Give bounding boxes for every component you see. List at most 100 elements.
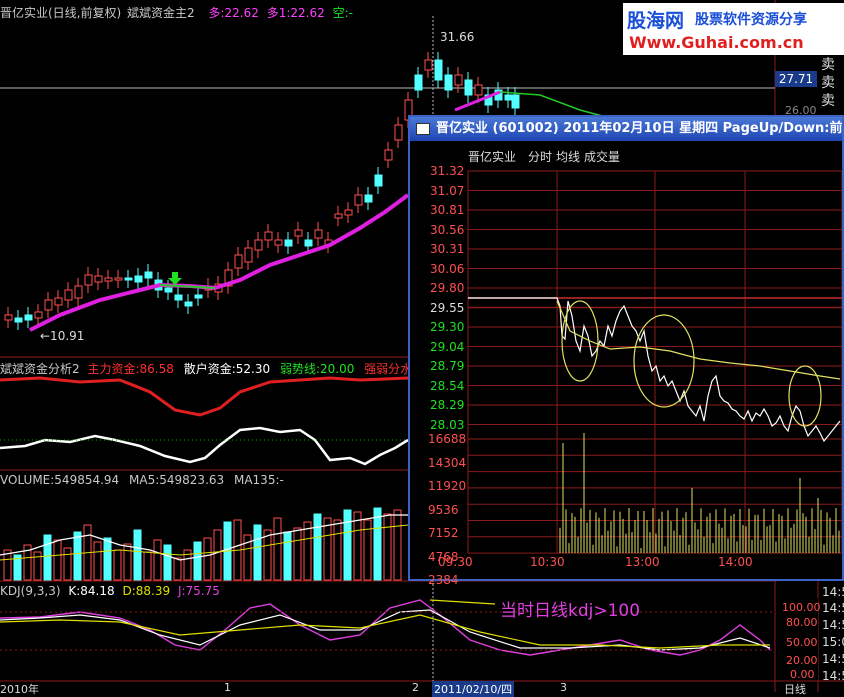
duo-value: 多:22.62 — [208, 6, 259, 20]
candle-body — [124, 277, 133, 281]
candle-body — [284, 239, 293, 247]
candle-body — [354, 194, 363, 206]
volume-bar — [193, 541, 202, 581]
volume-bar — [113, 549, 122, 581]
main-fund-line — [0, 376, 409, 417]
candle-body — [244, 247, 253, 263]
candle-body — [274, 239, 283, 246]
volume-bar — [43, 534, 52, 581]
main-fund-value: 主力资金:86.58 — [87, 362, 174, 376]
weak-line-value: 弱势线:20.00 — [279, 362, 355, 376]
retail-fund-value: 散户资金:52.30 — [183, 362, 271, 376]
volume-bar — [383, 513, 392, 581]
intraday-popup[interactable]: 晋亿实业 (601002) 2011年02月10日 星期四 PageUp/Dow… — [408, 115, 844, 587]
sell-label-2: 卖 — [821, 75, 835, 91]
candle-body — [164, 287, 173, 293]
popup-volume-tick: 11920 — [428, 479, 467, 493]
volume-bars — [3, 507, 402, 581]
candle-body — [304, 239, 313, 247]
kong-value: 空:- — [332, 6, 353, 20]
candle-body — [54, 297, 63, 306]
month-mark-1: 1 — [224, 681, 231, 694]
indicator-name: 斌斌资金主2 — [127, 6, 195, 20]
retail-fund-line — [0, 426, 409, 466]
guhai-logo[interactable]: 股海网 股票软件资源分享 Www.Guhai.com.cn — [623, 3, 844, 55]
main-header: 晋亿实业(日线,前复权) 斌斌资金主2 多:22.62 多1:22.62 空:- — [0, 4, 353, 21]
candle-body — [84, 274, 93, 286]
candle-body — [74, 285, 83, 299]
candle-body — [294, 229, 303, 237]
month-mark-3: 3 — [560, 681, 567, 694]
candle-body — [444, 74, 453, 91]
popup-chart — [467, 170, 842, 554]
volume-bar — [73, 531, 82, 581]
popup-time-tick: 14:00 — [718, 555, 753, 569]
popup-time-tick: 13:00 — [625, 555, 660, 569]
volume-bar — [103, 537, 112, 581]
volume-bar — [143, 551, 152, 581]
candle-body — [44, 299, 53, 311]
kdj-j-value: J:75.75 — [177, 584, 220, 598]
kdj-axis-100: 100.00 — [782, 601, 821, 614]
intraday-avg-line — [556, 300, 841, 380]
volume-bar — [273, 517, 282, 581]
candle-body — [144, 271, 153, 279]
popup-volume-tick: 16688 — [428, 432, 467, 446]
volume-bar — [353, 511, 362, 581]
popup-price-tick: 29.04 — [430, 339, 465, 354]
volume-bar — [253, 524, 262, 581]
candle-body — [94, 275, 103, 283]
kdj-axis-80: 80.00 — [786, 616, 818, 629]
volume-bar — [283, 531, 292, 581]
candle-body — [4, 314, 13, 321]
candle-body — [464, 79, 473, 96]
candle-body — [64, 289, 73, 301]
volume-bar — [293, 527, 302, 581]
candle-body — [184, 301, 193, 307]
kdj-d-value: D:88.39 — [122, 584, 171, 598]
period-label[interactable]: 日线 — [784, 681, 806, 697]
bottom-year: 2010年 — [0, 683, 39, 696]
volume-bar — [303, 521, 312, 581]
highlight-circle-2 — [633, 314, 695, 408]
popup-price-tick: 28.79 — [430, 359, 465, 373]
ma5-value: MA5:549823.63 — [129, 473, 225, 487]
candle-body — [114, 277, 123, 281]
kdj-annotation: 当时日线kdj>100 — [500, 601, 641, 621]
candle-body — [394, 124, 403, 141]
candle-body — [194, 294, 203, 299]
kdj-axis-20: 20.00 — [786, 654, 818, 667]
volume-bar — [333, 519, 342, 581]
candle-body — [14, 317, 23, 323]
candle-body — [174, 294, 183, 301]
candle-body — [254, 239, 263, 251]
time-fragment-5: 14:5 — [822, 652, 844, 666]
popup-price-tick: 29.30 — [430, 320, 465, 334]
month-mark-2: 2 — [412, 681, 419, 694]
sell-label-1: 卖 — [821, 57, 835, 73]
popup-volume-tick: 7152 — [428, 526, 459, 540]
fund-title: 斌斌资金分析2 — [0, 362, 80, 376]
popup-price-tick: 28.29 — [430, 398, 465, 412]
volume-bar — [153, 539, 162, 581]
popup-price-tick: 30.31 — [430, 242, 465, 256]
volume-bar — [343, 509, 352, 581]
popup-volume-tick: 14304 — [428, 455, 467, 470]
candle-body — [234, 254, 243, 269]
logo-slogan: 股票软件资源分享 — [695, 12, 807, 28]
time-fragment-3: 14:5 — [822, 618, 844, 632]
popup-titlebar[interactable]: 晋亿实业 (601002) 2011年02月10日 星期四 PageUp/Dow… — [410, 117, 842, 141]
candle-body — [314, 229, 323, 239]
popup-time-tick: 10:30 — [530, 555, 565, 569]
popup-time-tick: 09:30 — [438, 555, 473, 569]
volume-bar — [163, 544, 172, 581]
highlight-circle-3 — [788, 365, 822, 427]
popup-price-tick: 31.07 — [430, 183, 465, 198]
kdj-axis-0: 0.00 — [790, 668, 815, 681]
candle-body — [384, 149, 393, 161]
candle-body — [344, 209, 353, 216]
volume-bar — [313, 513, 322, 581]
logo-name: 股海网 — [627, 10, 685, 32]
kdj-label: KDJ(9,3,3) — [0, 584, 61, 598]
candle-body — [504, 94, 513, 101]
